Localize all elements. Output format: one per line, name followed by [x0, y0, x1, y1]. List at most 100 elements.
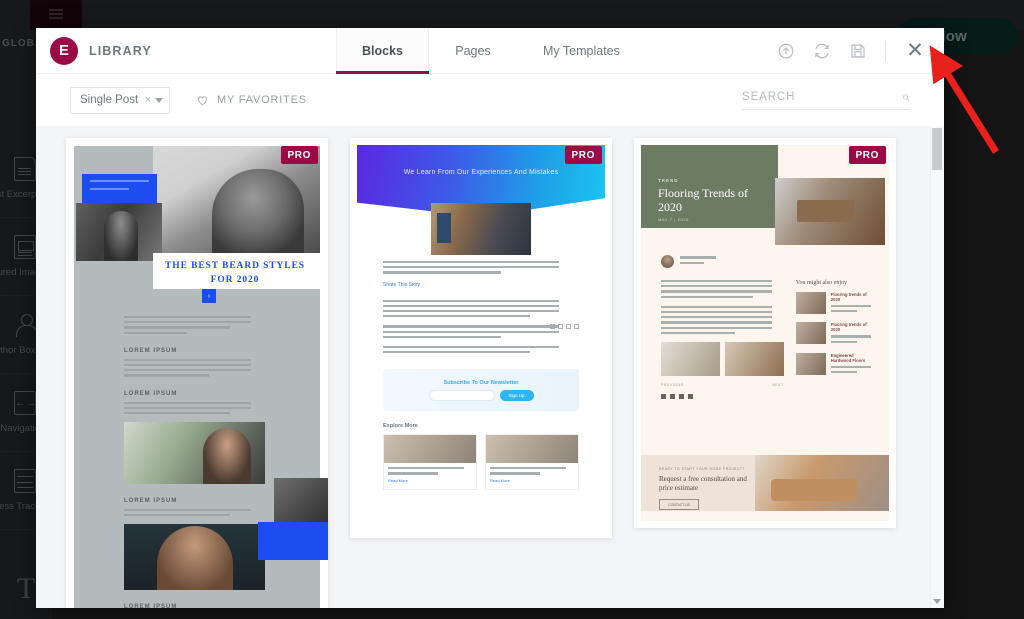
tab-label: My Templates	[543, 43, 620, 58]
template-preview: We Learn From Our Experiences And Mistak…	[357, 145, 605, 531]
my-favorites-button[interactable]: MY FAVORITES	[196, 94, 307, 107]
preview-body: Share This Story Subscribe To Our Newsle…	[383, 261, 579, 490]
content-columns: PREVIOUS NEXT You might also enjoy Floor…	[661, 280, 875, 399]
section-heading: LOREM IPSUM	[124, 347, 178, 354]
search-box[interactable]	[742, 91, 910, 110]
header-divider	[885, 40, 886, 61]
tab-my-templates[interactable]: My Templates	[517, 28, 646, 73]
sidebar-item-title: Engineered Hardwood Floors	[830, 352, 866, 363]
header-actions: ✕	[777, 28, 944, 73]
hero-photo	[431, 203, 531, 255]
content-photo	[124, 422, 265, 485]
related-thumb	[384, 435, 476, 464]
avatar	[661, 255, 674, 268]
social-icons	[661, 393, 784, 399]
newsletter-title: Subscribe To Our Newsletter	[443, 379, 519, 386]
newsletter-form: Sign Up	[428, 389, 534, 401]
upload-icon[interactable]	[777, 42, 795, 60]
related-thumb	[486, 435, 578, 464]
related-title: Explore More	[383, 423, 418, 430]
author-box	[661, 255, 720, 268]
template-preview: TREND Flooring Trends of 2020 MAY 7 | 20…	[641, 145, 889, 521]
template-grid-container[interactable]: PRO THE BEST BEARD STYLES FOR 2020 › LOR…	[36, 126, 944, 608]
template-card-beard[interactable]: PRO THE BEST BEARD STYLES FOR 2020 › LOR…	[66, 138, 328, 608]
search-icon[interactable]	[902, 91, 910, 104]
cta-title: Request a free consultation and price es…	[659, 475, 747, 493]
template-library-modal: E LIBRARY Blocks Pages My Templates ✕ Si…	[36, 28, 944, 608]
elementor-logo-icon: E	[50, 36, 78, 65]
scrollbar-thumb[interactable]	[932, 128, 942, 170]
brand: E LIBRARY	[36, 28, 336, 73]
pro-badge: PRO	[564, 146, 602, 164]
post-meta: MAY 7 | 2020	[658, 217, 689, 222]
cta-photo	[755, 455, 889, 511]
newsletter-input	[428, 389, 495, 401]
newsletter-button: Sign Up	[499, 389, 534, 401]
sidebar-item: Engineered Hardwood Floors	[795, 352, 875, 376]
preview-body: LOREM IPSUM LOREM IPSUM LOREM IPSUM LORE…	[124, 316, 265, 608]
pro-badge: PRO	[848, 146, 886, 164]
cta-section: READY TO START YOUR HOME PROJECT? Reques…	[641, 455, 889, 511]
pro-badge: PRO	[280, 146, 318, 164]
related-link: Read More	[490, 477, 510, 483]
section-heading: LOREM IPSUM	[124, 498, 178, 505]
content-photo	[124, 524, 265, 591]
tab-pages[interactable]: Pages	[429, 28, 517, 73]
related-list: Read More Read More	[383, 434, 579, 490]
main-column: PREVIOUS NEXT	[661, 280, 784, 399]
screen: jury Now GLOBAL Post Excerpt Featured Im…	[0, 0, 1024, 619]
tab-blocks[interactable]: Blocks	[336, 28, 429, 74]
sidebar-item-title: Flooring trends of 2020	[830, 292, 867, 302]
clear-filter-icon[interactable]: ×	[145, 94, 151, 106]
square-accent: ›	[202, 289, 216, 303]
image-gallery	[661, 341, 784, 376]
hero-photo	[775, 178, 885, 245]
modal-header: E LIBRARY Blocks Pages My Templates ✕	[36, 28, 944, 74]
sidebar-column: You might also enjoy Flooring trends of …	[795, 280, 875, 399]
sidebar-thumb	[795, 292, 826, 314]
filter-value: Single Post	[80, 94, 139, 106]
template-card-experiences[interactable]: PRO We Learn From Our Experiences And Mi…	[350, 138, 612, 538]
tab-label: Blocks	[362, 43, 403, 58]
barber-photo	[76, 203, 162, 261]
gallery-image	[661, 341, 720, 376]
modal-title: LIBRARY	[89, 43, 152, 58]
template-preview: THE BEST BEARD STYLES FOR 2020 › LOREM I…	[74, 146, 328, 608]
template-title: We Learn From Our Experiences And Mistak…	[403, 169, 559, 176]
search-input[interactable]	[742, 91, 896, 103]
nav-prev: PREVIOUS	[661, 382, 684, 387]
template-grid: PRO THE BEST BEARD STYLES FOR 2020 › LOR…	[66, 138, 914, 608]
scroll-down-icon[interactable]	[933, 599, 941, 604]
heart-icon	[196, 94, 209, 107]
eyebrow-label: TREND	[658, 178, 679, 183]
related-card: Read More	[485, 434, 579, 490]
post-navigation: PREVIOUS NEXT	[661, 383, 784, 387]
side-photo	[274, 478, 328, 524]
sync-icon[interactable]	[813, 42, 831, 60]
sidebar-item-title: Flooring trends of 2020	[830, 322, 867, 333]
template-card-flooring[interactable]: PRO TREND Flooring Trends of 2020 MAY 7 …	[634, 138, 896, 528]
related-card: Read More	[383, 434, 477, 490]
blue-accent-box	[82, 174, 157, 206]
template-title: THE BEST BEARD STYLES FOR 2020	[165, 261, 305, 286]
save-icon[interactable]	[849, 42, 867, 60]
section-heading: LOREM IPSUM	[124, 390, 178, 397]
sidebar-item: Flooring trends of 2020	[795, 292, 875, 315]
cta-eyebrow: READY TO START YOUR HOME PROJECT?	[659, 467, 745, 471]
category-filter-select[interactable]: Single Post ×	[70, 86, 170, 114]
tab-label: Pages	[455, 43, 491, 58]
sidebar-title: You might also enjoy	[795, 280, 848, 286]
sidebar-thumb	[795, 352, 826, 375]
section-heading: LOREM IPSUM	[124, 604, 178, 608]
sidebar-item: Flooring trends of 2020	[795, 322, 875, 345]
logo-glyph: E	[58, 42, 69, 59]
sidebar-thumb	[795, 322, 826, 345]
scrollbar[interactable]	[930, 126, 944, 608]
share-label: Share This Story	[383, 281, 421, 288]
chevron-down-icon[interactable]	[155, 97, 163, 103]
blue-accent-box-2	[258, 522, 328, 560]
favorites-label: MY FAVORITES	[217, 94, 307, 106]
tab-bar: Blocks Pages My Templates	[336, 28, 646, 74]
close-icon[interactable]: ✕	[904, 40, 926, 61]
related-link: Read More	[388, 477, 408, 483]
